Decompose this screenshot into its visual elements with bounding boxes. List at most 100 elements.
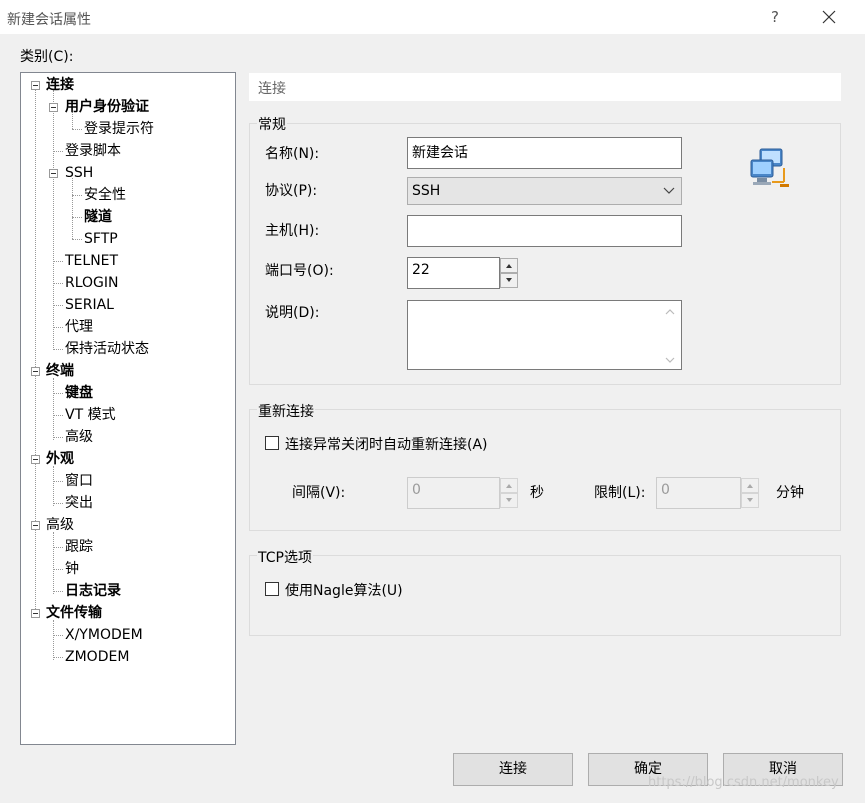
tree-line [35,90,36,615]
tree-line [53,503,63,504]
tree-line [53,378,54,440]
session-properties-dialog: 新建会话属性 ? 类别(C): 连接 用户身份验证 登录提示符 登录脚本 SSH… [0,0,865,803]
tree-item-keepalive[interactable]: 保持活动状态 [65,339,149,359]
tree-line [53,90,54,350]
spin-up-button[interactable] [500,258,518,273]
interval-field[interactable]: 0 [407,477,500,509]
collapse-icon[interactable] [31,81,40,90]
tree-item-appearance[interactable]: 外观 [46,449,74,469]
name-field[interactable]: 新建会话 [407,137,682,169]
tree-item-rlogin[interactable]: RLOGIN [65,273,119,293]
tree-line [53,151,63,152]
tree-line [53,532,54,594]
scroll-down-icon[interactable] [664,355,676,365]
category-tree[interactable]: 连接 用户身份验证 登录提示符 登录脚本 SSH 安全性 隧道 SFTP TEL… [20,72,236,745]
network-icon [750,148,789,187]
limit-unit: 分钟 [776,485,804,501]
tree-item-terminal-advanced[interactable]: 高级 [65,427,93,447]
interval-spinner[interactable] [500,478,518,508]
help-button[interactable]: ? [763,5,787,29]
tree-item-file-transfer[interactable]: 文件传输 [46,603,102,623]
scroll-up-icon[interactable] [664,307,676,317]
tree-line [72,129,82,130]
tree-item-highlight[interactable]: 突出 [65,493,93,513]
tree-item-security[interactable]: 安全性 [84,185,126,205]
tree-line [53,437,63,438]
collapse-icon[interactable] [31,367,40,376]
collapse-icon[interactable] [31,609,40,618]
limit-spinner[interactable] [741,478,759,508]
tree-line [53,547,63,548]
description-label: 说明(D): [265,305,320,321]
tree-line [53,283,63,284]
spin-down-button[interactable] [741,493,759,508]
spin-down-button[interactable] [500,273,518,288]
panel-title: 连接 [258,81,286,97]
tree-line [72,217,82,218]
tree-line [53,481,63,482]
nagle-checkbox[interactable] [265,582,279,596]
spin-down-button[interactable] [500,493,518,508]
tree-item-keyboard[interactable]: 键盘 [65,383,93,403]
auto-reconnect-checkbox[interactable] [265,436,279,450]
tree-item-zmodem[interactable]: ZMODEM [65,647,129,667]
collapse-icon[interactable] [49,103,58,112]
tree-item-xymodem[interactable]: X/YMODEM [65,625,143,645]
interval-unit: 秒 [530,485,544,501]
protocol-value: SSH [412,183,441,199]
spin-up-button[interactable] [741,478,759,493]
tree-item-terminal[interactable]: 终端 [46,361,74,381]
close-icon [822,10,836,24]
port-field[interactable]: 22 [407,257,500,289]
arrow-up-icon [506,484,512,488]
tree-item-vt-mode[interactable]: VT 模式 [65,405,116,425]
limit-field[interactable]: 0 [656,477,741,509]
nagle-label[interactable]: 使用Nagle算法(U) [285,580,403,600]
tree-line [53,635,63,636]
description-field[interactable] [407,300,682,370]
arrow-down-icon [506,278,512,282]
tree-item-trace[interactable]: 跟踪 [65,537,93,557]
collapse-icon[interactable] [49,169,58,178]
tree-item-proxy[interactable]: 代理 [65,317,93,337]
tree-line [53,569,63,570]
tree-line [72,239,82,240]
auto-reconnect-label[interactable]: 连接异常关闭时自动重新连接(A) [285,434,488,454]
host-label: 主机(H): [265,223,320,239]
tree-item-bell[interactable]: 钟 [65,559,79,579]
host-field[interactable] [407,215,682,247]
collapse-icon[interactable] [31,455,40,464]
protocol-select[interactable]: SSH [407,177,682,205]
tree-item-telnet[interactable]: TELNET [65,251,118,271]
protocol-label: 协议(P): [265,183,318,199]
tree-item-login-prompt[interactable]: 登录提示符 [84,119,154,139]
tree-item-sftp[interactable]: SFTP [84,229,118,249]
reconnect-group [249,409,841,531]
limit-label: 限制(L): [594,485,646,501]
reconnect-group-title: 重新连接 [257,401,315,421]
tree-item-advanced[interactable]: 高级 [46,515,74,535]
panel-header: 连接 [249,73,841,101]
spin-up-button[interactable] [500,478,518,493]
tree-item-connection[interactable]: 连接 [46,75,74,95]
window-title: 新建会话属性 [7,12,91,28]
connect-button[interactable]: 连接 [453,753,573,786]
tree-line [72,178,73,239]
tree-line [53,620,54,660]
tree-line [53,393,63,394]
tree-line [53,349,63,350]
tree-item-serial[interactable]: SERIAL [65,295,114,315]
tree-item-login-script[interactable]: 登录脚本 [65,141,121,161]
port-spinner[interactable] [500,258,518,288]
tree-item-logging[interactable]: 日志记录 [65,581,121,601]
tree-item-auth[interactable]: 用户身份验证 [65,97,149,117]
tree-line [53,591,63,592]
tree-item-window[interactable]: 窗口 [65,471,93,491]
collapse-icon[interactable] [31,521,40,530]
close-button[interactable] [818,5,840,29]
tree-line [53,415,63,416]
arrow-down-icon [506,498,512,502]
tree-item-ssh[interactable]: SSH [65,163,93,183]
arrow-up-icon [506,264,512,268]
tree-item-tunneling[interactable]: 隧道 [84,207,112,227]
